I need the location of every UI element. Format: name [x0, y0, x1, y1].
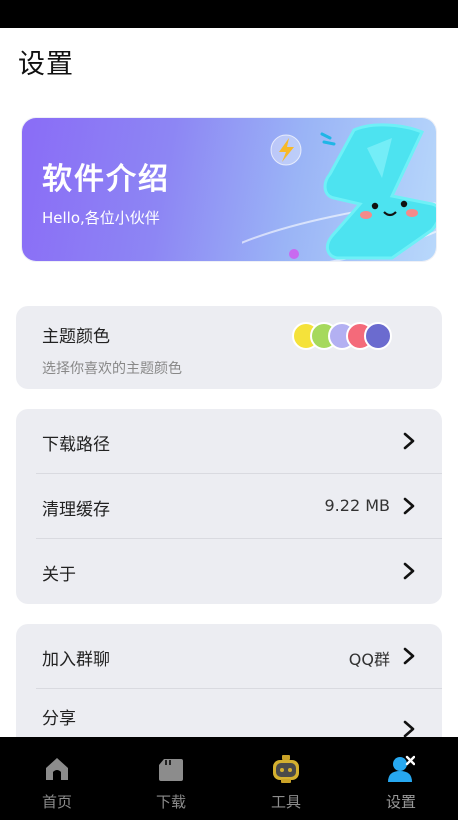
about-label: 关于 — [42, 565, 76, 585]
theme-color-card[interactable]: 主题颜色 选择你喜欢的主题颜色 — [16, 306, 442, 389]
nav-home[interactable]: 首页 — [0, 737, 114, 820]
intro-banner[interactable]: 软件介绍 Hello,各位小伙伴 — [22, 118, 436, 261]
nav-settings[interactable]: 设置 — [344, 737, 458, 820]
status-bar — [0, 0, 458, 28]
chevron-right-icon — [403, 720, 415, 738]
nav-tools-label: 工具 — [270, 793, 301, 811]
settings-card: 下载路径 清理缓存 9.22 MB 关于 — [16, 409, 442, 604]
qq-group-value: QQ群 — [348, 650, 390, 669]
clear-cache-row[interactable]: 清理缓存 9.22 MB — [16, 474, 442, 539]
download-icon — [159, 759, 183, 781]
download-path-label: 下载路径 — [42, 435, 110, 455]
theme-swatch-indigo[interactable] — [364, 322, 392, 350]
chevron-right-icon — [403, 562, 415, 580]
chevron-right-icon — [403, 432, 415, 450]
chevron-right-icon — [403, 647, 415, 665]
home-icon — [46, 758, 68, 780]
nav-home-label: 首页 — [41, 793, 72, 811]
social-card: 加入群聊 QQ群 分享 — [16, 624, 442, 749]
nav-download-label: 下载 — [155, 793, 186, 811]
banner-subtitle: Hello,各位小伙伴 — [42, 209, 160, 227]
join-group-label: 加入群聊 — [42, 650, 110, 670]
clear-cache-label: 清理缓存 — [42, 500, 110, 520]
download-path-row[interactable]: 下载路径 — [16, 409, 442, 474]
tools-icon — [273, 755, 299, 783]
theme-color-subtitle: 选择你喜欢的主题颜色 — [42, 361, 182, 377]
settings-user-icon — [388, 755, 415, 782]
nav-tools[interactable]: 工具 — [229, 737, 343, 820]
banner-title: 软件介绍 — [42, 162, 170, 197]
nav-download[interactable]: 下载 — [114, 737, 228, 820]
page-title: 设置 — [18, 49, 74, 80]
theme-swatches — [292, 322, 402, 352]
cache-size-value: 9.22 MB — [324, 496, 391, 515]
share-label: 分享 — [42, 709, 76, 729]
nav-settings-label: 设置 — [385, 793, 416, 811]
bottom-navigation: 首页 下载 工具 设置 — [0, 737, 458, 820]
theme-color-title: 主题颜色 — [42, 327, 110, 347]
mascot-illustration — [242, 123, 436, 261]
join-group-row[interactable]: 加入群聊 QQ群 — [16, 624, 442, 689]
about-row[interactable]: 关于 — [16, 539, 442, 604]
chevron-right-icon — [403, 497, 415, 515]
